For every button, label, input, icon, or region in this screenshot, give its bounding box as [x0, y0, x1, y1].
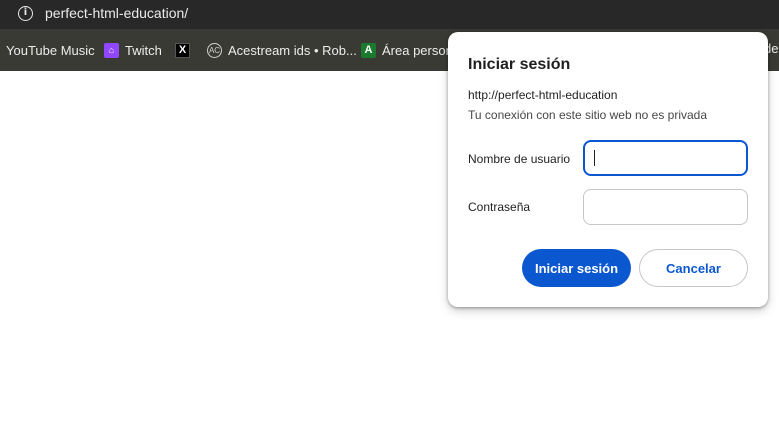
- sign-in-button[interactable]: Iniciar sesión: [522, 249, 631, 287]
- x-icon: X: [175, 42, 190, 58]
- text-caret: [594, 150, 595, 166]
- bookmark-acestream[interactable]: AC Acestream ids • Rob...: [207, 41, 357, 59]
- sign-in-dialog: Iniciar sesión http://perfect-html-educa…: [448, 32, 768, 307]
- area-icon: A: [361, 42, 376, 58]
- twitch-icon: ⌂: [104, 42, 119, 58]
- bookmark-x[interactable]: X: [175, 41, 190, 59]
- bookmark-label: Twitch: [125, 42, 162, 58]
- dialog-title: Iniciar sesión: [468, 56, 571, 73]
- bookmark-label: Acestream ids • Rob...: [228, 42, 357, 58]
- info-icon[interactable]: i: [18, 6, 33, 21]
- bookmark-label: YouTube Music: [6, 42, 95, 58]
- bookmark-area-personal[interactable]: A Área person: [361, 41, 453, 59]
- cancel-button[interactable]: Cancelar: [639, 249, 748, 287]
- password-input[interactable]: [583, 189, 748, 225]
- acestream-icon: AC: [207, 42, 222, 58]
- bookmark-twitch[interactable]: ⌂ Twitch: [104, 41, 162, 59]
- url-text[interactable]: perfect-html-education/: [45, 5, 188, 21]
- username-label: Nombre de usuario: [468, 152, 571, 166]
- bookmark-youtube-music[interactable]: YouTube Music: [6, 41, 95, 59]
- username-input[interactable]: [583, 140, 748, 176]
- address-bar: i perfect-html-education/: [0, 0, 779, 29]
- bookmark-label: Área person: [382, 42, 453, 58]
- dialog-origin: http://perfect-html-education: [468, 88, 618, 102]
- password-label: Contraseña: [468, 200, 531, 214]
- connection-warning: Tu conexión con este sitio web no es pri…: [468, 108, 708, 122]
